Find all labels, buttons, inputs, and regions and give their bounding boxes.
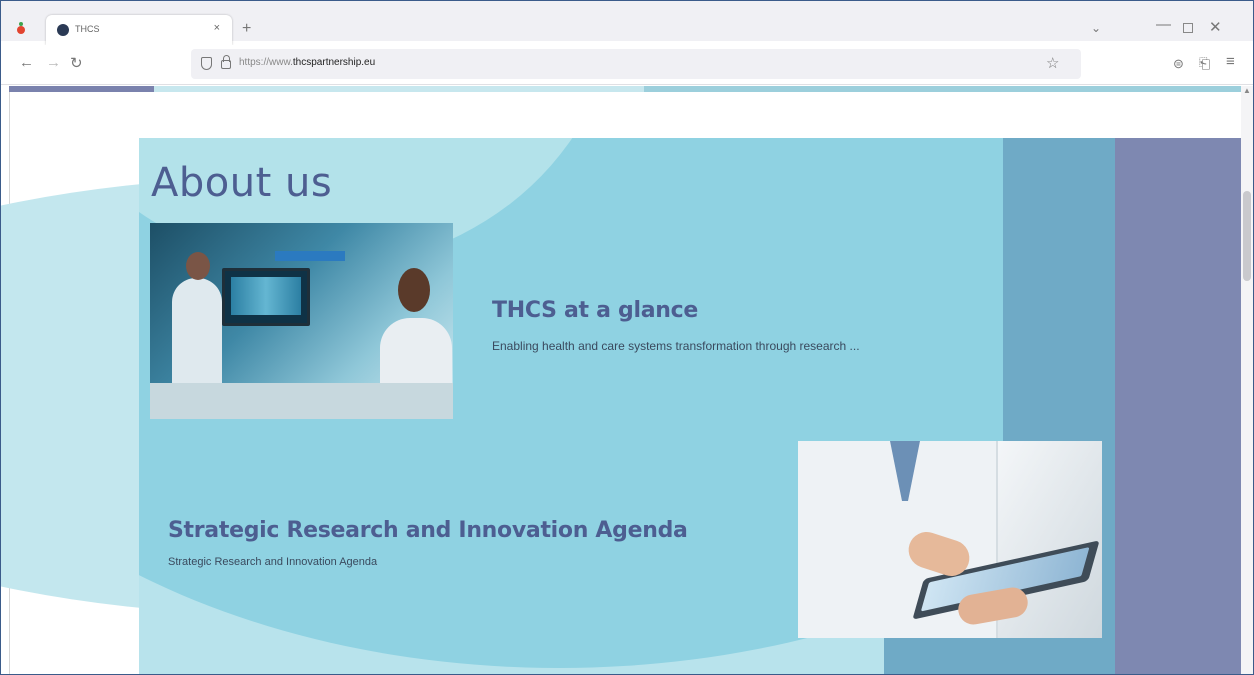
page-viewport: About us THCS at a glance Enabling healt… (1, 86, 1241, 674)
strategic-agenda-link[interactable]: Strategic Research and Innovation Agenda (168, 518, 688, 543)
tab-close-icon[interactable]: × (214, 22, 220, 34)
lab-researchers-image[interactable] (150, 223, 453, 419)
image-detail (222, 268, 310, 326)
header-band (644, 86, 1241, 92)
background-column (1115, 138, 1241, 674)
page-title: About us (151, 160, 333, 206)
url-host: thcspartnership.eu (292, 57, 376, 68)
firefox-view-icon[interactable] (17, 22, 25, 34)
doctor-tablet-image[interactable] (798, 441, 1102, 638)
list-tabs-icon[interactable]: ⌄ (1091, 21, 1101, 35)
reload-button[interactable]: ↻ (70, 54, 83, 72)
lock-icon[interactable] (221, 55, 231, 69)
new-tab-button[interactable]: + (242, 20, 251, 38)
scrollbar-thumb[interactable] (1243, 191, 1251, 281)
thcs-at-a-glance-description: Enabling health and care systems transfo… (492, 339, 860, 353)
extensions-icon[interactable]: ⎗ (1199, 55, 1210, 72)
tab-title: THCS (75, 24, 100, 34)
address-bar[interactable]: https://www.thcspartnership.eu ☆ (191, 49, 1081, 79)
browser-window: THCS × + ⌄ — ✕ ← → ↻ https://www.thcspar… (0, 0, 1254, 675)
scroll-up-icon[interactable]: ▲ (1243, 86, 1251, 95)
close-window-button[interactable]: ✕ (1209, 18, 1222, 36)
tracking-protection-icon[interactable] (201, 57, 212, 70)
navigation-bar: ← → ↻ https://www.thcspartnership.eu ☆ ⊜… (1, 45, 1253, 85)
bookmark-star-icon[interactable]: ☆ (1046, 54, 1059, 72)
url-text[interactable]: https://www.thcspartnership.eu (239, 57, 375, 68)
strategic-agenda-description: Strategic Research and Innovation Agenda (168, 556, 378, 568)
pocket-icon[interactable]: ⊜ (1173, 56, 1184, 72)
tab-thcs[interactable]: THCS × (46, 15, 232, 45)
hamburger-menu-icon[interactable]: ≡ (1226, 53, 1235, 70)
image-detail (275, 251, 345, 261)
url-prefix: https://www. (239, 57, 293, 68)
image-detail (150, 383, 453, 419)
forward-button[interactable]: → (46, 54, 61, 71)
header-band (154, 86, 644, 92)
header-band (9, 86, 154, 92)
back-button[interactable]: ← (19, 54, 34, 71)
minimize-button[interactable]: — (1156, 16, 1171, 33)
tab-bar: THCS × + ⌄ — ✕ (1, 1, 1253, 45)
page-scrollbar[interactable]: ▲ (1241, 86, 1253, 674)
maximize-button[interactable] (1183, 23, 1193, 33)
thcs-favicon-icon (57, 24, 69, 36)
thcs-at-a-glance-link[interactable]: THCS at a glance (492, 298, 698, 323)
